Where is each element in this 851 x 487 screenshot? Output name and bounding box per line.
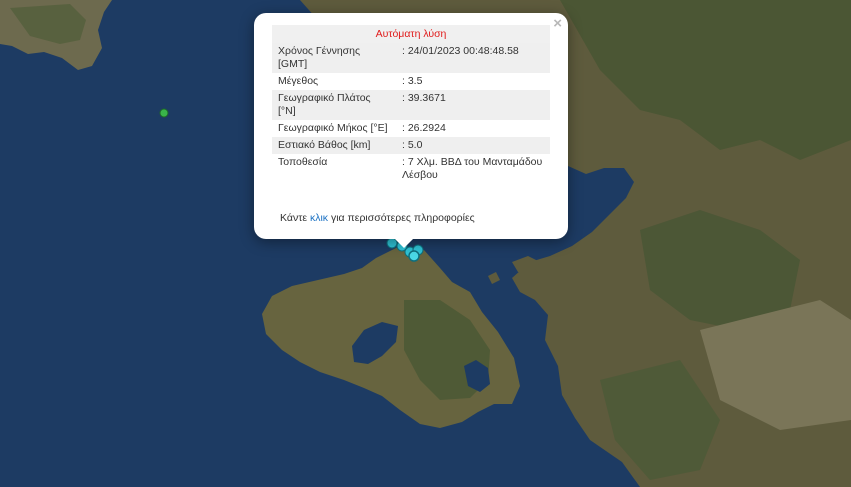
table-row: Μέγεθος : 3.5 xyxy=(272,73,550,90)
popup-tip xyxy=(394,238,414,248)
row-label: Γεωγραφικό Πλάτος [°N] xyxy=(272,90,396,120)
footer-prefix: Κάντε xyxy=(280,212,310,224)
popup-title: Αυτόματη λύση xyxy=(272,25,550,43)
footer-suffix: για περισσότερες πληροφορίες xyxy=(328,212,475,224)
more-info-text: Κάντε κλικ για περισσότερες πληροφορίες xyxy=(280,212,475,224)
table-row: Γεωγραφικό Μήκος [°E] : 26.2924 xyxy=(272,120,550,137)
earthquake-info-popup: × Αυτόματη λύση Χρόνος Γέννησης [GMT] : … xyxy=(254,13,568,239)
row-label: Τοποθεσία xyxy=(278,156,328,168)
row-value: : 7 Χλμ. ΒΒΔ του Μανταμάδου Λέσβου xyxy=(402,156,543,181)
row-value: : 39.3671 xyxy=(396,90,550,120)
row-label: Μέγεθος xyxy=(278,75,319,87)
row-value: : 24/01/2023 00:48:48.58 xyxy=(396,43,550,73)
table-row: Τοποθεσία : 7 Χλμ. ΒΒΔ του Μανταμάδου Λέ… xyxy=(272,154,550,184)
row-value: : 26.2924 xyxy=(402,122,446,134)
green-marker[interactable] xyxy=(159,108,169,118)
row-value: : 5.0 xyxy=(396,137,550,154)
table-row: Χρόνος Γέννησης [GMT] : 24/01/2023 00:48… xyxy=(272,43,550,73)
row-value: : 3.5 xyxy=(402,75,423,87)
row-label: Γεωγραφικό Μήκος [°E] xyxy=(278,122,388,134)
table-row: Εστιακό Βάθος [km] : 5.0 xyxy=(272,137,550,154)
row-label: Εστιακό Βάθος [km] xyxy=(272,137,396,154)
close-icon[interactable]: × xyxy=(553,15,562,32)
more-info-link[interactable]: κλικ xyxy=(310,212,328,224)
quake-marker-selected[interactable] xyxy=(408,250,420,262)
info-table: Χρόνος Γέννησης [GMT] : 24/01/2023 00:48… xyxy=(272,43,550,184)
row-label: Χρόνος Γέννησης [GMT] xyxy=(272,43,396,73)
table-row: Γεωγραφικό Πλάτος [°N] : 39.3671 xyxy=(272,90,550,120)
